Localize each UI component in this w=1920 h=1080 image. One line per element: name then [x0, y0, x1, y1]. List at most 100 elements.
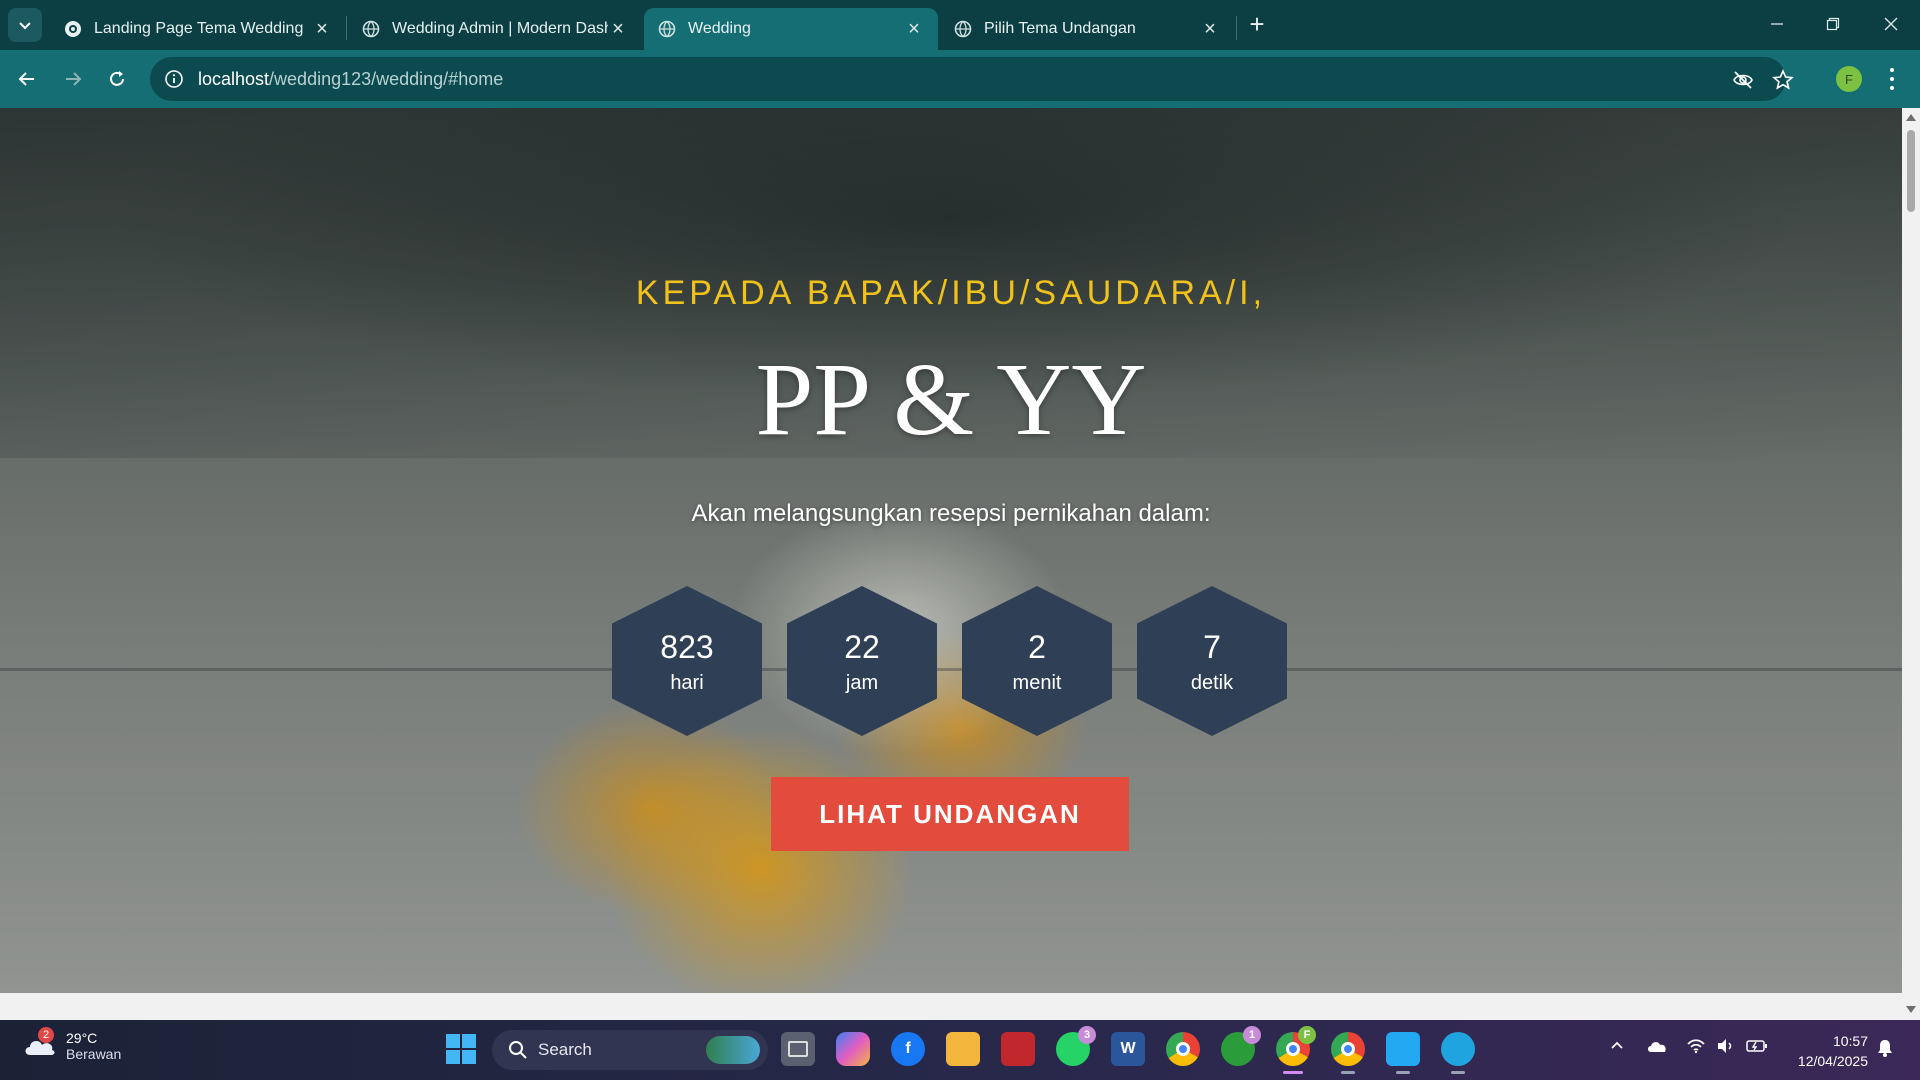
tab-search-button[interactable] [8, 8, 42, 42]
running-indicator [1341, 1071, 1355, 1074]
minimize-icon [1771, 23, 1783, 25]
taskbar-search[interactable]: Search [492, 1030, 768, 1070]
globe-icon [658, 20, 676, 38]
restore-icon [1826, 17, 1840, 31]
arrow-right-icon [66, 72, 82, 86]
back-button[interactable] [10, 62, 44, 96]
profile-avatar[interactable]: F [1836, 66, 1862, 92]
countdown-days: 823 hari [612, 586, 762, 736]
windows-logo-tile [462, 1050, 476, 1064]
start-button[interactable] [446, 1034, 476, 1064]
tab-landing-page[interactable]: Landing Page Tema Wedding × [50, 8, 346, 50]
countdown-value: 2 [1028, 628, 1046, 665]
chrome-icon[interactable] [1166, 1032, 1200, 1066]
arrow-left-icon [18, 72, 34, 86]
view-invitation-button[interactable]: LIHAT UNDANGAN [771, 777, 1129, 851]
event-subtitle: Akan melangsungkan resepsi pernikahan da… [691, 500, 1211, 527]
restore-button[interactable] [1810, 8, 1856, 40]
vertical-scrollbar[interactable] [1902, 108, 1920, 1020]
countdown-unit: detik [1190, 671, 1234, 694]
chrome-second-profile-icon[interactable] [1331, 1032, 1365, 1074]
tab-close-icon[interactable]: × [1200, 18, 1220, 40]
tab-divider [1236, 16, 1237, 40]
tab-title: Landing Page Tema Wedding [94, 20, 304, 37]
weather-widget[interactable]: 2 29°C Berawan [22, 1027, 122, 1062]
wifi-icon[interactable] [1686, 1038, 1706, 1057]
countdown-seconds: 7 detik [1137, 586, 1287, 736]
tab-divider [346, 16, 347, 40]
xbox-icon[interactable]: 1 [1221, 1026, 1261, 1066]
tab-title: Wedding Admin | Modern Dash [392, 20, 608, 37]
scroll-down-icon[interactable] [1906, 1006, 1916, 1013]
cloud-icon: 2 [22, 1027, 58, 1059]
hero-content: KEPADA BAPAK/IBU/SAUDARA/I, PP & YY Akan… [0, 108, 1902, 993]
countdown-unit: hari [670, 671, 704, 694]
clock-date: 12/04/2025 [1797, 1053, 1868, 1069]
close-icon [1884, 17, 1898, 31]
reload-icon [110, 71, 124, 86]
word-icon[interactable]: W [1111, 1032, 1145, 1066]
tab-wedding-admin[interactable]: Wedding Admin | Modern Dash × [348, 8, 642, 50]
tab-pilih-tema[interactable]: Pilih Tema Undangan × [940, 8, 1234, 50]
facebook-icon[interactable]: f [891, 1032, 925, 1066]
show-hidden-icons[interactable] [1610, 1038, 1624, 1055]
browser-menu-icon[interactable] [1884, 66, 1900, 92]
file-explorer-icon[interactable] [946, 1032, 980, 1066]
minimize-button[interactable] [1754, 8, 1800, 40]
copilot-icon[interactable] [836, 1032, 870, 1066]
system-clock[interactable]: 10:57 12/04/2025 [1778, 1031, 1868, 1071]
couple-names: PP & YY [755, 342, 1147, 457]
countdown-minutes: 2 menit [962, 586, 1112, 736]
whatsapp-icon[interactable]: 3 [1056, 1026, 1096, 1066]
game-app-icon[interactable] [1001, 1032, 1035, 1066]
temperature: 29°C [66, 1030, 98, 1046]
windows-logo-tile [446, 1050, 460, 1064]
clock-time: 10:57 [1832, 1033, 1868, 1049]
star-icon[interactable] [1772, 69, 1794, 91]
url-path: /wedding123/wedding/#home [269, 68, 504, 89]
url-text: localhost/wedding123/wedding/#home [198, 69, 503, 90]
windows-logo-tile [462, 1034, 476, 1048]
chrome-profile-badge: F [1298, 1026, 1316, 1044]
active-indicator [1283, 1071, 1303, 1074]
tab-wedding[interactable]: Wedding × [644, 8, 938, 50]
new-tab-button[interactable]: + [1244, 11, 1270, 38]
chrome-profile-icon[interactable]: F [1276, 1026, 1316, 1074]
volume-icon[interactable] [1716, 1038, 1736, 1057]
tab-title: Wedding [688, 20, 751, 37]
globe-icon [954, 20, 972, 38]
countdown-unit: menit [1012, 671, 1062, 694]
battery-icon[interactable] [1746, 1038, 1768, 1057]
tab-close-icon[interactable]: × [312, 18, 332, 40]
tab-close-icon[interactable]: × [608, 18, 628, 40]
scroll-up-icon[interactable] [1906, 114, 1916, 121]
forward-button[interactable] [56, 62, 90, 96]
task-view-icon[interactable] [781, 1032, 815, 1066]
notification-bell-icon[interactable] [1876, 1038, 1894, 1061]
onedrive-icon[interactable] [1646, 1038, 1668, 1057]
xbox-badge: 1 [1243, 1026, 1261, 1044]
countdown-unit: jam [845, 671, 879, 694]
tab-title: Pilih Tema Undangan [984, 20, 1136, 37]
site-icon [65, 21, 81, 37]
eye-off-icon[interactable] [1732, 69, 1754, 91]
greeting-text: KEPADA BAPAK/IBU/SAUDARA/I, [635, 274, 1267, 312]
close-window-button[interactable] [1868, 8, 1914, 40]
info-icon[interactable] [164, 69, 184, 89]
scroll-thumb[interactable] [1907, 130, 1915, 212]
countdown-hours: 22 jam [787, 586, 937, 736]
search-label: Search [538, 1040, 592, 1059]
weather-badge: 2 [38, 1027, 54, 1043]
whatsapp-badge: 3 [1078, 1026, 1096, 1044]
globe-icon [362, 20, 380, 38]
tab-close-icon[interactable]: × [904, 18, 924, 40]
edge-like-app-icon[interactable] [1441, 1032, 1475, 1074]
url-host: localhost [198, 68, 270, 89]
vscode-icon[interactable] [1386, 1032, 1420, 1074]
address-bar[interactable]: localhost/wedding123/wedding/#home [150, 57, 1794, 101]
reload-button[interactable] [100, 62, 134, 96]
windows-logo-tile [446, 1034, 460, 1048]
horizontal-scrollbar[interactable] [0, 993, 1902, 1020]
running-indicator [1396, 1071, 1410, 1074]
weather-condition: Berawan [66, 1046, 122, 1062]
